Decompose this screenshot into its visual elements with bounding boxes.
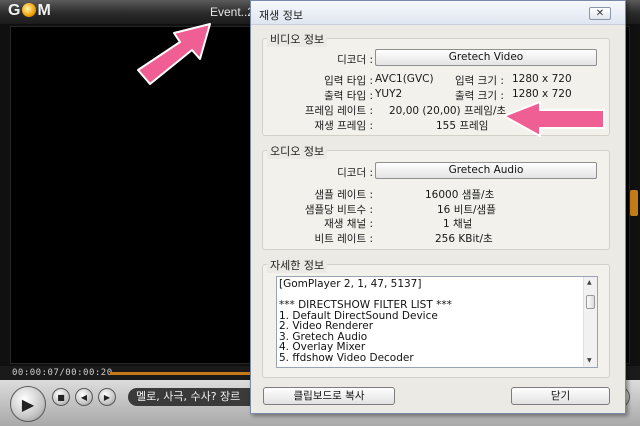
prev-button[interactable]: ◀ xyxy=(75,388,93,406)
next-button[interactable]: ▶ xyxy=(98,388,116,406)
annotation-arrow-frame-rate xyxy=(503,101,605,137)
annotation-arrow-title xyxy=(137,23,211,85)
input-size-label: 입력 크기 : xyxy=(455,75,504,87)
next-icon: ▶ xyxy=(103,392,111,402)
input-size-value: 1280 x 720 xyxy=(512,73,572,85)
play-icon: ▶ xyxy=(21,394,35,414)
frame-rate-value: 20,00 (20,00) 프레임/초 xyxy=(389,105,507,117)
copy-to-clipboard-button[interactable]: 클립보드로 복사 xyxy=(263,387,395,405)
sample-rate-value: 16000 샘플/초 xyxy=(425,189,495,201)
bits-per-sample-label: 샘플당 비트수 : xyxy=(304,204,373,216)
dialog-titlebar[interactable]: 재생 정보 ✕ xyxy=(251,1,625,25)
bitrate-label: 비트 레이트 : xyxy=(314,233,373,245)
details-line: [GomPlayer 2, 1, 47, 5137] xyxy=(279,278,422,290)
bits-per-sample-value: 16 비트/샘플 xyxy=(437,204,496,216)
audio-decoder-select[interactable]: Gretech Audio xyxy=(375,162,597,179)
channels-label: 재생 채널 : xyxy=(324,218,373,230)
video-info-title: 비디오 정보 xyxy=(267,31,328,47)
video-decoder-select[interactable]: Gretech Video xyxy=(375,49,597,66)
time-display: 00:00:07/00:00:20 xyxy=(12,368,113,378)
audio-decoder-label: 디코더 : xyxy=(337,167,373,179)
stop-button[interactable]: ■ xyxy=(52,388,70,406)
scroll-down-icon[interactable]: ▼ xyxy=(587,357,592,364)
bitrate-value: 256 KBit/초 xyxy=(435,233,493,245)
played-frames-label: 재생 프레임 : xyxy=(314,120,373,132)
details-textbox[interactable]: [GomPlayer 2, 1, 47, 5137] *** DIRECTSHO… xyxy=(276,276,598,368)
dialog-title: 재생 정보 xyxy=(259,9,303,22)
input-type-value: AVC1(GVC) xyxy=(375,73,434,85)
played-frames-value: 155 프레임 xyxy=(436,120,489,132)
frame-rate-label: 프레임 레이트 : xyxy=(304,105,373,117)
details-line: 4. Overlay Mixer xyxy=(279,341,366,353)
play-button[interactable]: ▶ xyxy=(10,386,46,422)
close-icon: ✕ xyxy=(595,8,605,19)
details-line: 5. ffdshow Video Decoder xyxy=(279,351,414,364)
gom-logo: GM xyxy=(8,2,52,19)
scroll-thumb[interactable] xyxy=(586,295,595,309)
details-scrollbar[interactable]: ▲ ▼ xyxy=(583,277,597,367)
audio-info-title: 오디오 정보 xyxy=(267,143,328,159)
seek-progress[interactable] xyxy=(110,372,250,375)
close-button[interactable]: 닫기 xyxy=(511,387,610,405)
output-size-label: 출력 크기 : xyxy=(455,90,504,102)
details-text: [GomPlayer 2, 1, 47, 5137] *** DIRECTSHO… xyxy=(279,279,579,363)
output-type-label: 출력 타입 : xyxy=(324,90,373,102)
stop-icon: ■ xyxy=(57,392,65,402)
video-decoder-label: 디코더 : xyxy=(337,54,373,66)
output-type-value: YUY2 xyxy=(375,88,403,100)
channels-value: 1 채널 xyxy=(443,218,473,230)
sample-rate-label: 샘플 레이트 : xyxy=(314,189,373,201)
details-title: 자세한 정보 xyxy=(267,257,328,273)
details-line: 2. Video Renderer xyxy=(279,320,374,332)
subtitle-display: 멜로, 사극, 수사? 장르 xyxy=(128,388,250,406)
details-line: *** DIRECTSHOW FILTER LIST *** xyxy=(279,299,452,311)
dialog-close-button[interactable]: ✕ xyxy=(589,7,611,20)
scroll-up-icon[interactable]: ▲ xyxy=(587,279,592,286)
input-type-label: 입력 타입 : xyxy=(324,75,373,87)
prev-icon: ◀ xyxy=(80,392,88,402)
side-panel-handle[interactable] xyxy=(630,190,638,216)
